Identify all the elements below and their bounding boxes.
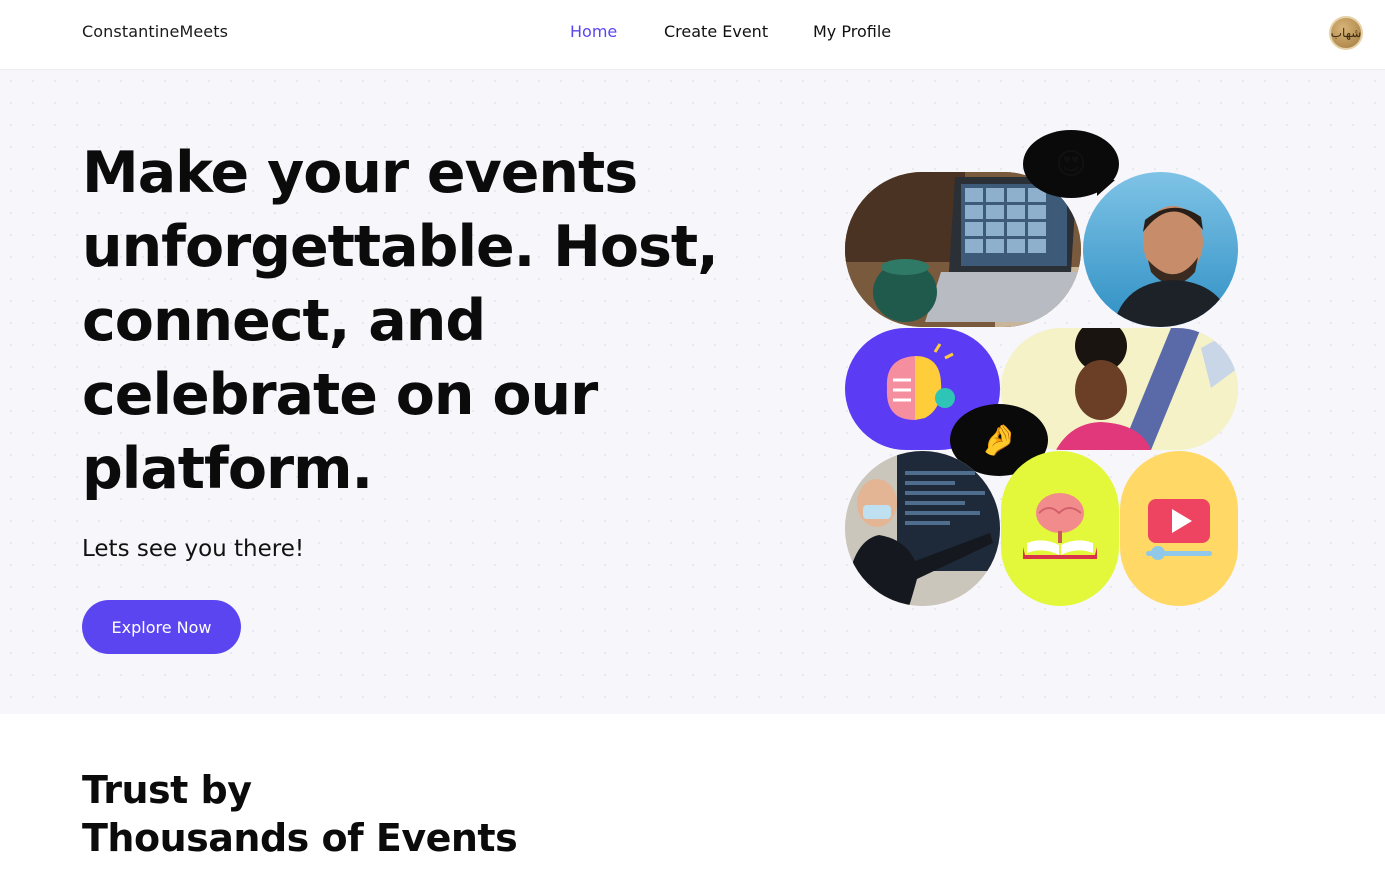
hero-subtitle: Lets see you there!	[82, 536, 305, 562]
hero-title: Make your events unforgettable. Host, co…	[82, 140, 719, 502]
top-navbar: ConstantineMeets Home Create Event My Pr…	[0, 0, 1385, 70]
nav-my-profile[interactable]: My Profile	[813, 22, 891, 41]
explore-now-button[interactable]: Explore Now	[82, 600, 241, 654]
brain-book-tile	[1001, 451, 1119, 606]
brand-logo[interactable]: ConstantineMeets	[82, 22, 228, 41]
event-collage: 😍 🤌	[845, 130, 1245, 610]
hero-section: Make your events unforgettable. Host, co…	[0, 70, 1385, 714]
video-call-photo	[845, 172, 1081, 327]
pinched-hand-icon: 🤌	[980, 422, 1018, 458]
nav-home[interactable]: Home	[570, 22, 617, 41]
heart-eyes-icon: 😍	[1055, 146, 1087, 182]
nav-create-event[interactable]: Create Event	[664, 22, 768, 41]
video-play-tile	[1120, 451, 1238, 606]
trust-heading-line2: Thousands of Events	[82, 816, 518, 860]
bubble-tail	[1097, 180, 1115, 196]
presenter-photo	[845, 451, 1000, 606]
trust-heading: Trust by Thousands of Events	[82, 766, 518, 862]
trust-heading-line1: Trust by	[82, 768, 252, 812]
avatar-text: شهاب	[1330, 26, 1362, 40]
avatar[interactable]: شهاب	[1329, 16, 1363, 50]
